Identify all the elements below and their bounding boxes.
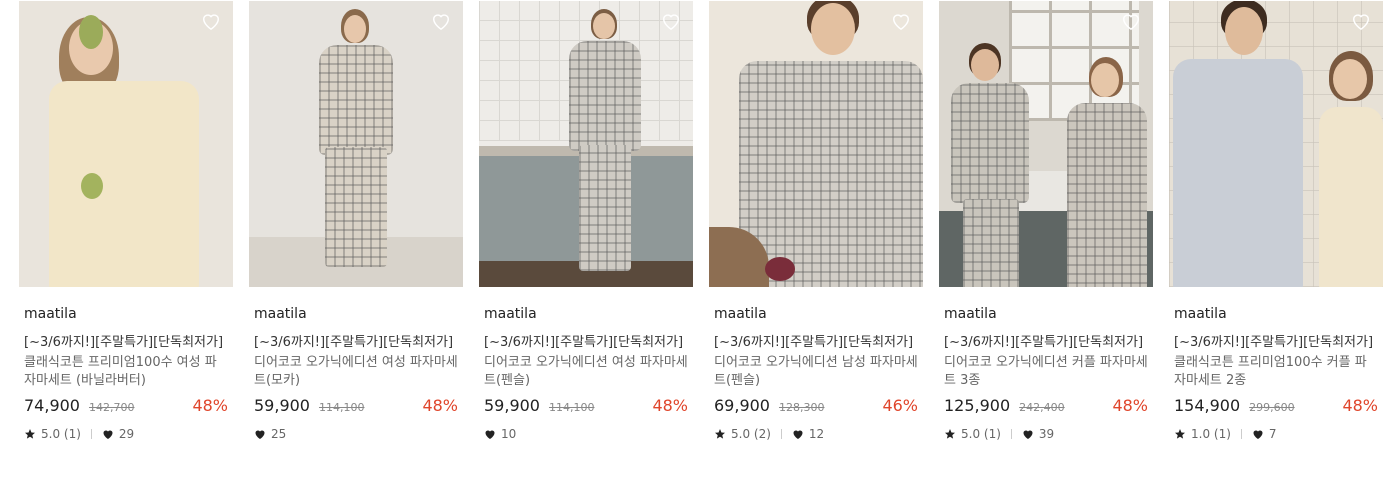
- product-card[interactable]: maatila [~3/6까지!][주말특가][단독최저가] 디어코코 오가닉에…: [709, 1, 923, 442]
- likes-count: 39: [1038, 427, 1055, 441]
- wishlist-heart-icon[interactable]: [200, 11, 222, 31]
- likes-count: 7: [1268, 427, 1277, 441]
- product-card[interactable]: maatila [~3/6까지!][주말특가][단독최저가] 클래식코튼 프리미…: [1169, 1, 1383, 442]
- wishlist-heart-icon[interactable]: [1350, 11, 1372, 31]
- discount-rate: 48%: [422, 396, 458, 415]
- product-image[interactable]: [479, 1, 693, 287]
- rating-text: 5.0 (1): [961, 427, 1001, 441]
- wishlist-heart-icon[interactable]: [430, 11, 452, 31]
- wishlist-heart-icon[interactable]: [660, 11, 682, 31]
- product-grid: maatila [~3/6까지!][주말특가][단독최저가] 클래식코튼 프리미…: [19, 1, 1383, 442]
- sale-price: 154,900: [1174, 396, 1241, 415]
- discount-rate: 48%: [192, 396, 228, 415]
- heart-filled-icon: [1022, 428, 1034, 440]
- discount-rate: 48%: [1112, 396, 1148, 415]
- product-card[interactable]: maatila [~3/6까지!][주말특가][단독최저가] 디어코코 오가닉에…: [479, 1, 693, 442]
- likes-count: 25: [271, 427, 287, 441]
- promo-text[interactable]: [~3/6까지!][주말특가][단독최저가]: [24, 334, 228, 352]
- heart-filled-icon: [1252, 428, 1264, 440]
- promo-text[interactable]: [~3/6까지!][주말특가][단독최저가]: [714, 334, 918, 352]
- original-price: 114,100: [318, 401, 365, 414]
- original-price: 114,100: [548, 401, 595, 414]
- sale-price: 59,900: [484, 396, 540, 415]
- divider: [780, 429, 782, 439]
- star-icon: [24, 428, 36, 440]
- original-price: 128,300: [778, 401, 825, 414]
- original-price: 242,400: [1019, 401, 1065, 414]
- wishlist-heart-icon[interactable]: [890, 11, 912, 31]
- likes-count: 12: [808, 427, 825, 441]
- discount-rate: 46%: [882, 396, 918, 415]
- original-price: 299,600: [1249, 401, 1295, 414]
- discount-rate: 48%: [1342, 396, 1378, 415]
- rating-text: 5.0 (1): [41, 427, 81, 441]
- brand-name[interactable]: maatila: [24, 305, 228, 323]
- promo-text[interactable]: [~3/6까지!][주말특가][단독최저가]: [484, 334, 688, 352]
- product-name[interactable]: 클래식코튼 프리미엄100수 여성 파자마세트 (바닐라버터): [24, 354, 228, 390]
- heart-filled-icon: [484, 428, 496, 440]
- promo-text[interactable]: [~3/6까지!][주말특가][단독최저가]: [254, 334, 458, 352]
- sale-price: 69,900: [714, 396, 770, 415]
- likes-count: 29: [118, 427, 135, 441]
- product-name[interactable]: 디어코코 오가닉에디션 여성 파자마세트(모카): [254, 354, 458, 390]
- heart-filled-icon: [102, 428, 114, 440]
- product-card[interactable]: maatila [~3/6까지!][주말특가][단독최저가] 디어코코 오가닉에…: [249, 1, 463, 442]
- product-image[interactable]: [709, 1, 923, 287]
- divider: [1010, 429, 1012, 439]
- brand-name[interactable]: maatila: [1174, 305, 1378, 323]
- heart-filled-icon: [792, 428, 804, 440]
- likes-count: 10: [501, 427, 517, 441]
- product-name[interactable]: 디어코코 오가닉에디션 여성 파자마세트(펜슬): [484, 354, 688, 390]
- sale-price: 59,900: [254, 396, 310, 415]
- sale-price: 125,900: [944, 396, 1011, 415]
- sale-price: 74,900: [24, 396, 80, 415]
- divider: [90, 429, 92, 439]
- original-price: 142,700: [88, 401, 135, 414]
- divider: [1240, 429, 1242, 439]
- brand-name[interactable]: maatila: [944, 305, 1148, 323]
- product-image[interactable]: [249, 1, 463, 287]
- promo-text[interactable]: [~3/6까지!][주말특가][단독최저가]: [944, 334, 1148, 352]
- product-image[interactable]: [19, 1, 233, 287]
- product-name[interactable]: 클래식코튼 프리미엄100수 커플 파자마세트 2종: [1174, 354, 1378, 390]
- product-name[interactable]: 디어코코 오가닉에디션 커플 파자마세트 3종: [944, 354, 1148, 390]
- star-icon: [714, 428, 726, 440]
- promo-text[interactable]: [~3/6까지!][주말특가][단독최저가]: [1174, 334, 1378, 352]
- discount-rate: 48%: [652, 396, 688, 415]
- rating-text: 1.0 (1): [1191, 427, 1231, 441]
- star-icon: [944, 428, 956, 440]
- product-image[interactable]: [939, 1, 1153, 287]
- brand-name[interactable]: maatila: [254, 305, 458, 323]
- product-name[interactable]: 디어코코 오가닉에디션 남성 파자마세트(펜슬): [714, 354, 918, 390]
- brand-name[interactable]: maatila: [714, 305, 918, 323]
- product-card[interactable]: maatila [~3/6까지!][주말특가][단독최저가] 클래식코튼 프리미…: [19, 1, 233, 442]
- product-card[interactable]: maatila [~3/6까지!][주말특가][단독최저가] 디어코코 오가닉에…: [939, 1, 1153, 442]
- wishlist-heart-icon[interactable]: [1120, 11, 1142, 31]
- rating-text: 5.0 (2): [731, 427, 771, 441]
- product-image[interactable]: [1169, 1, 1383, 287]
- heart-filled-icon: [254, 428, 266, 440]
- brand-name[interactable]: maatila: [484, 305, 688, 323]
- star-icon: [1174, 428, 1186, 440]
